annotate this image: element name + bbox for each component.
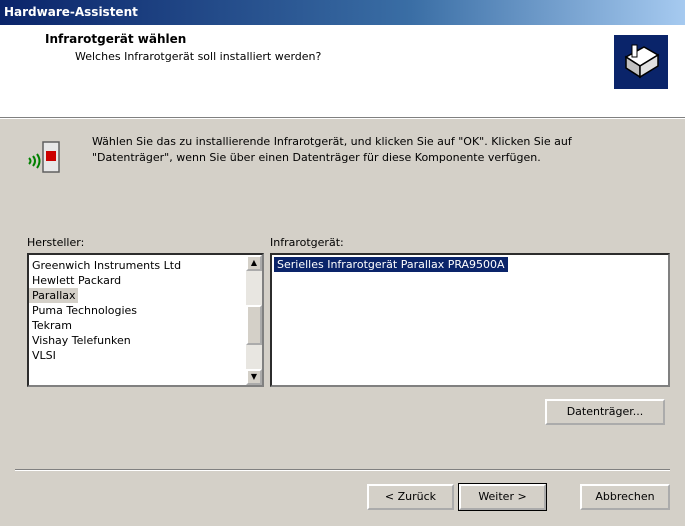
disk-button[interactable]: Datenträger...: [545, 399, 665, 425]
infrared-device-icon: [25, 138, 65, 178]
instruction-line-2: "Datenträger", wenn Sie über einen Daten…: [92, 151, 541, 164]
instruction-line-1: Wählen Sie das zu installierende Infraro…: [92, 135, 572, 148]
device-label: Infrarotgerät:: [270, 236, 344, 249]
device-list[interactable]: Serielles Infrarotgerät Parallax PRA9500…: [270, 253, 670, 387]
window-title: Hardware-Assistent: [4, 5, 138, 19]
hardware-wizard-window: Hardware-Assistent Infrarotgerät wählen …: [0, 0, 685, 526]
page-title: Infrarotgerät wählen: [45, 32, 187, 46]
list-item[interactable]: Tekram: [29, 318, 262, 333]
instruction-text: Wählen Sie das zu installierende Infraro…: [92, 134, 662, 166]
wizard-header: Infrarotgerät wählen Welches Infrarotger…: [0, 25, 685, 118]
list-item[interactable]: Greenwich Instruments Ltd: [29, 258, 262, 273]
list-item-selected[interactable]: Serielles Infrarotgerät Parallax PRA9500…: [274, 257, 508, 272]
manufacturer-list[interactable]: Greenwich Instruments Ltd Hewlett Packar…: [27, 253, 264, 387]
list-item[interactable]: VLSI: [29, 348, 262, 363]
footer-divider: [15, 469, 670, 471]
back-button[interactable]: < Zurück: [367, 484, 454, 510]
list-item[interactable]: Hewlett Packard: [29, 273, 262, 288]
manufacturer-label: Hersteller:: [27, 236, 85, 249]
list-item-selected[interactable]: Parallax: [29, 288, 78, 303]
manufacturer-scrollbar[interactable]: ▲ ▼: [246, 255, 262, 385]
scroll-down-icon[interactable]: ▼: [246, 369, 262, 385]
cancel-button[interactable]: Abbrechen: [580, 484, 670, 510]
scroll-thumb[interactable]: [246, 305, 262, 345]
page-subtitle: Welches Infrarotgerät soll installiert w…: [75, 50, 322, 63]
title-bar[interactable]: Hardware-Assistent: [0, 0, 685, 25]
hardware-wizard-icon: [614, 35, 668, 89]
header-divider: [0, 118, 685, 119]
next-button[interactable]: Weiter >: [458, 483, 547, 511]
list-item[interactable]: Puma Technologies: [29, 303, 262, 318]
scroll-up-icon[interactable]: ▲: [246, 255, 262, 271]
list-item[interactable]: Vishay Telefunken: [29, 333, 262, 348]
